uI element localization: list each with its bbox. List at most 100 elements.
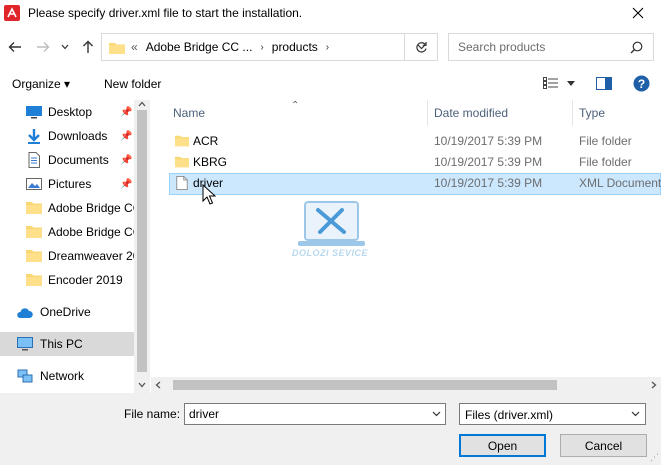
folder-icon — [26, 226, 42, 238]
column-divider — [427, 100, 428, 126]
search-input[interactable] — [458, 40, 608, 54]
file-name-input[interactable] — [189, 404, 429, 424]
nav-item-label: OneDrive — [40, 305, 91, 319]
up-button[interactable] — [79, 38, 97, 56]
file-date: 10/19/2017 5:39 PM — [434, 176, 543, 190]
file-name-label: File name: — [124, 407, 181, 421]
sort-ascending-icon: ⌃ — [291, 100, 300, 111]
pin-icon: 📌 — [120, 106, 133, 118]
chevron-down-icon — [61, 44, 69, 50]
column-header-type[interactable]: Type — [579, 100, 605, 126]
horizontal-scrollbar[interactable] — [151, 377, 661, 393]
back-button[interactable] — [6, 38, 24, 56]
nav-item-this-pc[interactable]: This PC — [0, 332, 134, 356]
nav-item-adobe-bridge-1[interactable]: Adobe Bridge CC — [0, 196, 134, 220]
cloud-icon — [17, 308, 33, 318]
nav-item-label: Dreamweaver 20 — [48, 249, 134, 263]
nav-item-dreamweaver[interactable]: Dreamweaver 20 — [0, 244, 134, 268]
window-title: Please specify driver.xml file to start … — [28, 6, 303, 20]
change-view-button[interactable] — [541, 75, 561, 91]
folder-icon — [175, 135, 189, 147]
dialog-footer: File name: Files (driver.xml) Open Cance… — [0, 393, 661, 465]
file-row-acr[interactable]: ACR 10/19/2017 5:39 PM File folder — [169, 131, 661, 153]
chevron-down-icon[interactable] — [432, 411, 441, 417]
preview-pane-button[interactable] — [594, 74, 614, 92]
folder-icon — [109, 42, 125, 54]
breadcrumb-products[interactable]: products — [272, 40, 318, 54]
chevron-down-icon — [631, 411, 640, 417]
file-type: File folder — [579, 134, 632, 148]
computer-icon — [17, 337, 33, 351]
chevron-right-icon[interactable]: › — [326, 42, 329, 53]
folder-icon — [175, 156, 189, 168]
file-row-kbrg[interactable]: KBRG 10/19/2017 5:39 PM File folder — [169, 152, 661, 174]
cancel-button[interactable]: Cancel — [560, 434, 647, 457]
close-icon — [632, 7, 644, 19]
chevron-right-icon[interactable]: › — [260, 42, 263, 53]
column-divider — [572, 100, 573, 126]
file-type: XML Document — [579, 176, 661, 190]
preview-pane-icon — [596, 76, 612, 90]
file-name-combobox[interactable] — [184, 403, 446, 425]
forward-button[interactable] — [34, 38, 52, 56]
arrow-left-icon — [8, 42, 21, 52]
new-folder-button[interactable]: New folder — [104, 77, 161, 91]
search-box[interactable] — [448, 33, 654, 61]
breadcrumb-overflow[interactable]: « — [131, 40, 138, 54]
file-row-driver[interactable]: driver 10/19/2017 5:39 PM XML Document — [169, 173, 661, 195]
file-type-filter-value: Files (driver.xml) — [465, 408, 554, 422]
nav-item-label: Network — [40, 369, 85, 383]
recent-locations-button[interactable] — [59, 38, 71, 56]
nav-item-adobe-bridge-2[interactable]: Adobe Bridge CC — [0, 220, 134, 244]
resize-grip-icon[interactable]: ⋰ — [650, 452, 659, 463]
organize-button[interactable]: Organize ▾ — [12, 77, 70, 91]
open-button[interactable]: Open — [459, 434, 546, 457]
folder-icon — [26, 274, 42, 286]
title-bar: Please specify driver.xml file to start … — [0, 0, 661, 26]
nav-item-downloads[interactable]: Downloads 📌 — [0, 124, 134, 148]
nav-item-label: Downloads — [48, 129, 108, 143]
scroll-down-icon[interactable] — [138, 382, 146, 388]
refresh-icon — [415, 41, 427, 53]
file-name: KBRG — [193, 155, 228, 169]
address-bar[interactable]: « Adobe Bridge CC ... › products › — [101, 33, 438, 61]
nav-scrollbar[interactable] — [134, 100, 150, 393]
scrollbar-thumb[interactable] — [173, 380, 557, 390]
help-icon: ? — [633, 75, 650, 92]
help-button[interactable]: ? — [633, 75, 650, 92]
document-icon — [28, 152, 40, 168]
column-header-name[interactable]: Name — [173, 100, 205, 126]
close-button[interactable] — [615, 0, 661, 26]
nav-item-pictures[interactable]: Pictures 📌 — [0, 172, 134, 196]
nav-item-encoder[interactable]: Encoder 2019 — [0, 268, 134, 292]
scroll-left-icon[interactable] — [155, 381, 161, 389]
desktop-icon — [26, 106, 42, 119]
column-header-date[interactable]: Date modified — [434, 100, 508, 126]
folder-icon — [26, 202, 42, 214]
file-icon — [176, 176, 188, 190]
nav-item-label: Documents — [48, 153, 109, 167]
svg-text:?: ? — [638, 77, 645, 91]
view-options-dropdown[interactable] — [564, 76, 578, 90]
scroll-right-icon[interactable] — [651, 381, 657, 389]
search-icon[interactable] — [630, 41, 643, 54]
refresh-button[interactable] — [405, 33, 438, 61]
breadcrumb-adobe-bridge[interactable]: Adobe Bridge CC ... — [146, 40, 253, 54]
nav-item-label: Pictures — [48, 177, 92, 191]
scroll-up-icon[interactable] — [138, 101, 146, 107]
nav-item-desktop[interactable]: Desktop 📌 — [0, 100, 134, 124]
nav-item-label: Encoder 2019 — [48, 273, 123, 287]
nav-item-network[interactable]: Network — [0, 364, 134, 388]
file-type-filter[interactable]: Files (driver.xml) — [459, 403, 646, 425]
view-details-icon — [543, 77, 558, 89]
pin-icon: 📌 — [120, 130, 133, 142]
nav-item-label: Adobe Bridge CC — [48, 201, 134, 215]
laptop-tools-logo-icon — [298, 201, 365, 246]
arrow-up-icon — [83, 40, 93, 53]
nav-item-label: This PC — [40, 337, 83, 351]
nav-item-documents[interactable]: Documents 📌 — [0, 148, 134, 172]
scrollbar-thumb[interactable] — [137, 110, 147, 372]
file-date: 10/19/2017 5:39 PM — [434, 134, 543, 148]
nav-item-onedrive[interactable]: OneDrive — [0, 300, 134, 324]
chevron-down-icon — [567, 80, 575, 86]
